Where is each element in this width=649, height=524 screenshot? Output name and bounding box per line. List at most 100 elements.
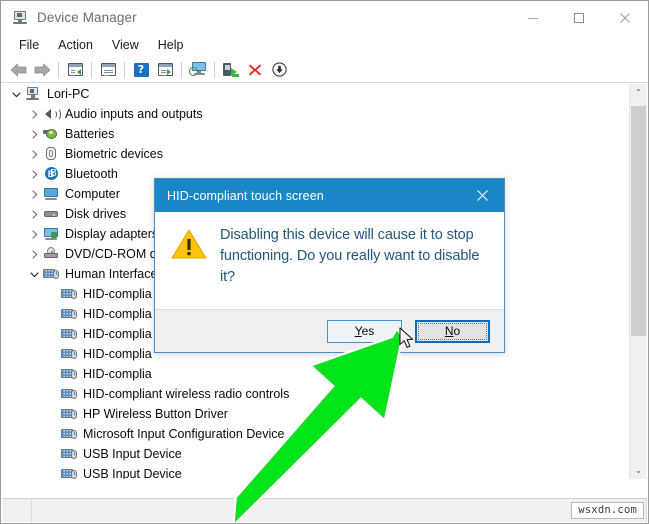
disable-device-button[interactable] — [267, 59, 291, 81]
chevron-right-icon[interactable] — [26, 124, 42, 144]
tree-item-label: Lori-PC — [47, 87, 90, 101]
hid-icon — [60, 346, 78, 362]
monitor-icon — [42, 186, 60, 202]
fingerprint-icon — [42, 146, 60, 162]
tree-item[interactable]: HID-compliant wireless radio controls — [2, 384, 629, 404]
status-pane-2 — [32, 499, 647, 522]
menu-bar: File Action View Help — [1, 34, 648, 57]
yes-button[interactable]: Yes — [327, 319, 402, 343]
red-x-icon — [249, 63, 261, 76]
status-bar — [2, 498, 647, 522]
enable-device-button[interactable] — [219, 59, 243, 81]
update-driver-icon — [157, 63, 173, 76]
update-driver-button[interactable] — [153, 59, 177, 81]
battery-icon — [42, 126, 60, 142]
tree-item[interactable]: Audio inputs and outputs — [2, 104, 629, 124]
menu-action[interactable]: Action — [49, 36, 103, 55]
tree-item[interactable]: Batteries — [2, 124, 629, 144]
dvd-drive-icon — [42, 246, 60, 262]
tree-item-label: HID-complia — [83, 347, 152, 361]
warning-triangle-icon — [171, 228, 207, 260]
tree-item-label: USB Input Device — [83, 467, 182, 479]
dialog-close-button[interactable] — [460, 179, 504, 212]
status-pane-1 — [2, 499, 32, 522]
properties-button[interactable] — [96, 59, 120, 81]
separator-3 — [124, 61, 125, 78]
tree-item[interactable]: Microsoft Input Configuration Device — [2, 424, 629, 444]
chevron-right-icon[interactable] — [26, 104, 42, 124]
no-button[interactable]: No — [415, 319, 490, 343]
close-button[interactable] — [602, 1, 648, 34]
chevron-down-icon[interactable] — [26, 264, 42, 284]
vertical-scrollbar[interactable]: ⌃ ⌄ — [629, 84, 647, 479]
down-arrow-circle-icon — [271, 62, 287, 77]
minimize-icon — [528, 17, 538, 19]
scan-monitor-icon — [189, 62, 207, 77]
hid-icon — [60, 466, 78, 479]
tree-item[interactable]: Lori-PC — [2, 84, 629, 104]
computer-root-icon — [24, 86, 42, 102]
display-adapter-icon — [42, 226, 60, 242]
scroll-up-button[interactable]: ⌃ — [630, 84, 647, 101]
tree-item-label: Computer — [65, 187, 120, 201]
chevron-down-icon[interactable] — [8, 84, 24, 104]
tree-item[interactable]: HP Wireless Button Driver — [2, 404, 629, 424]
help-question-icon: ? — [133, 62, 149, 77]
yes-button-label: Yes — [354, 324, 375, 338]
tree-item-label: HID-complia — [83, 287, 152, 301]
scan-hardware-changes-button[interactable] — [186, 59, 210, 81]
scroll-down-button[interactable]: ⌄ — [630, 462, 647, 479]
help-button[interactable]: ? — [129, 59, 153, 81]
left-arrow-icon — [10, 63, 26, 76]
tree-item-label: DVD/CD-ROM d — [65, 247, 157, 261]
maximize-icon — [574, 12, 584, 23]
hid-icon — [60, 426, 78, 442]
console-tree-icon — [67, 63, 83, 76]
scrollbar-thumb[interactable] — [631, 106, 646, 336]
title-bar: Device Manager — [1, 1, 648, 34]
tree-item-label: Display adapters — [65, 227, 159, 241]
close-icon — [620, 12, 630, 23]
hid-icon — [60, 366, 78, 382]
dialog-message: Disabling this device will cause it to s… — [220, 227, 480, 285]
menu-view[interactable]: View — [103, 36, 149, 55]
hid-icon — [42, 266, 60, 282]
properties-icon — [100, 63, 116, 76]
minimize-button[interactable] — [510, 1, 556, 34]
back-button[interactable] — [6, 59, 30, 81]
chevron-right-icon[interactable] — [26, 164, 42, 184]
uninstall-device-button[interactable] — [243, 59, 267, 81]
menu-help[interactable]: Help — [149, 36, 194, 55]
site-watermark-badge: wsxdn.com — [571, 502, 644, 519]
tree-item-label: HID-complia — [83, 367, 152, 381]
hid-icon — [60, 306, 78, 322]
tree-item[interactable]: USB Input Device — [2, 464, 629, 479]
tree-item-label: HID-compliant wireless radio controls — [83, 387, 290, 401]
separator-4 — [181, 61, 182, 78]
chevron-right-icon[interactable] — [26, 224, 42, 244]
tree-item-label: HID-complia — [83, 327, 152, 341]
device-manager-icon — [12, 10, 28, 26]
tree-item[interactable]: Biometric devices — [2, 144, 629, 164]
window-title: Device Manager — [37, 10, 137, 25]
chevron-right-icon[interactable] — [26, 184, 42, 204]
chevron-right-icon[interactable] — [26, 244, 42, 264]
show-hide-console-tree-button[interactable] — [63, 59, 87, 81]
chevron-right-icon[interactable] — [26, 144, 42, 164]
device-manager-window: Device Manager File Action View Help ? L… — [0, 0, 649, 524]
tree-item[interactable]: HID-complia — [2, 364, 629, 384]
tree-item-label: Microsoft Input Configuration Device — [83, 427, 285, 441]
separator-5 — [214, 61, 215, 78]
menu-file[interactable]: File — [10, 36, 49, 55]
dialog-title-bar: HID-compliant touch screen — [155, 179, 504, 212]
tree-item[interactable]: USB Input Device — [2, 444, 629, 464]
maximize-button[interactable] — [556, 1, 602, 34]
forward-button[interactable] — [30, 59, 54, 81]
chevron-right-icon[interactable] — [26, 204, 42, 224]
bluetooth-icon: B — [42, 166, 60, 182]
speaker-icon — [42, 106, 61, 122]
hid-icon — [60, 406, 78, 422]
